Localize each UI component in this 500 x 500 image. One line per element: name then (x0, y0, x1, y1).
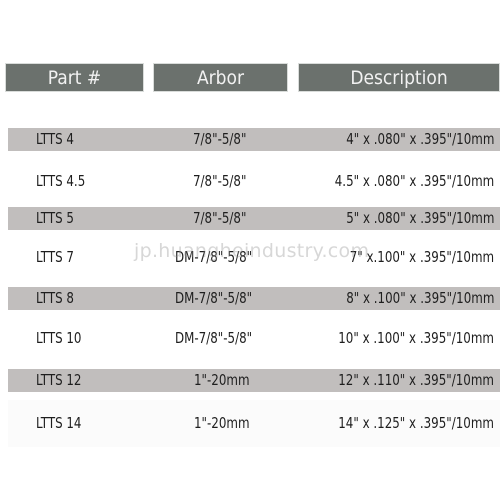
description-cell: 4" x .080" x .395"/10mm (345, 130, 494, 148)
arbor-cell: 7/8"-5/8" (193, 209, 247, 227)
arbor-cell: 7/8"-5/8" (193, 130, 247, 148)
description-cell: 8" x .100" x .395"/10mm (345, 289, 494, 307)
arbor-cell: DM-7/8"-5/8" (175, 329, 253, 347)
part-number-cell: LTTS 14 (36, 414, 82, 432)
arbor-cell: 7/8"-5/8" (193, 172, 247, 190)
description-cell: 12" x .110" x .395"/10mm (338, 371, 494, 389)
part-number-cell: LTTS 4.5 (36, 172, 86, 190)
part-number-cell: LTTS 10 (36, 329, 82, 347)
arbor-cell: DM-7/8"-5/8" (175, 248, 253, 266)
part-number-cell: LTTS 7 (36, 248, 74, 266)
table-row: LTTS 5 7/8"-5/8" 5" x .080" x .395"/10mm (8, 207, 500, 230)
description-cell: 7" x.100" x .395"/10mm (349, 248, 494, 266)
table-row: LTTS 8 DM-7/8"-5/8" 8" x .100" x .395"/10m… (8, 287, 500, 310)
arbor-cell: 1"-20mm (194, 371, 250, 389)
arbor-cell: 1"-20mm (194, 414, 250, 432)
table-row: LTTS 4.5 7/8"-5/8" 4.5" x .080" x .395"/10… (8, 170, 500, 193)
part-number-cell: LTTS 12 (36, 371, 82, 389)
table-row: LTTS 12 1"-20mm 12" x .110" x .395"/10mm (8, 369, 500, 392)
header-description: Description (298, 63, 500, 92)
table-row: LTTS 4 7/8"-5/8" 4" x .080" x .395"/10mm (8, 128, 500, 151)
description-cell: 14" x .125" x .395"/10mm (338, 414, 494, 432)
table-row: LTTS 10 DM-7/8"-5/8" 10" x .100" x .395"/1… (8, 327, 500, 350)
table-row: LTTS 7 DM-7/8"-5/8" 7" x.100" x .395"/10mm (8, 246, 500, 269)
arbor-cell: DM-7/8"-5/8" (175, 289, 253, 307)
part-number-cell: LTTS 8 (36, 289, 74, 307)
description-cell: 5" x .080" x .395"/10mm (345, 209, 494, 227)
header-part-number: Part # (5, 63, 144, 92)
header-arbor: Arbor (153, 63, 288, 92)
table-row: LTTS 14 1"-20mm 14" x .125" x .395"/10mm (8, 400, 500, 447)
description-cell: 10" x .100" x .395"/10mm (338, 329, 494, 347)
description-cell: 4.5" x .080" x .395"/10mm (334, 172, 494, 190)
part-number-cell: LTTS 5 (36, 209, 74, 227)
part-number-cell: LTTS 4 (36, 130, 74, 148)
